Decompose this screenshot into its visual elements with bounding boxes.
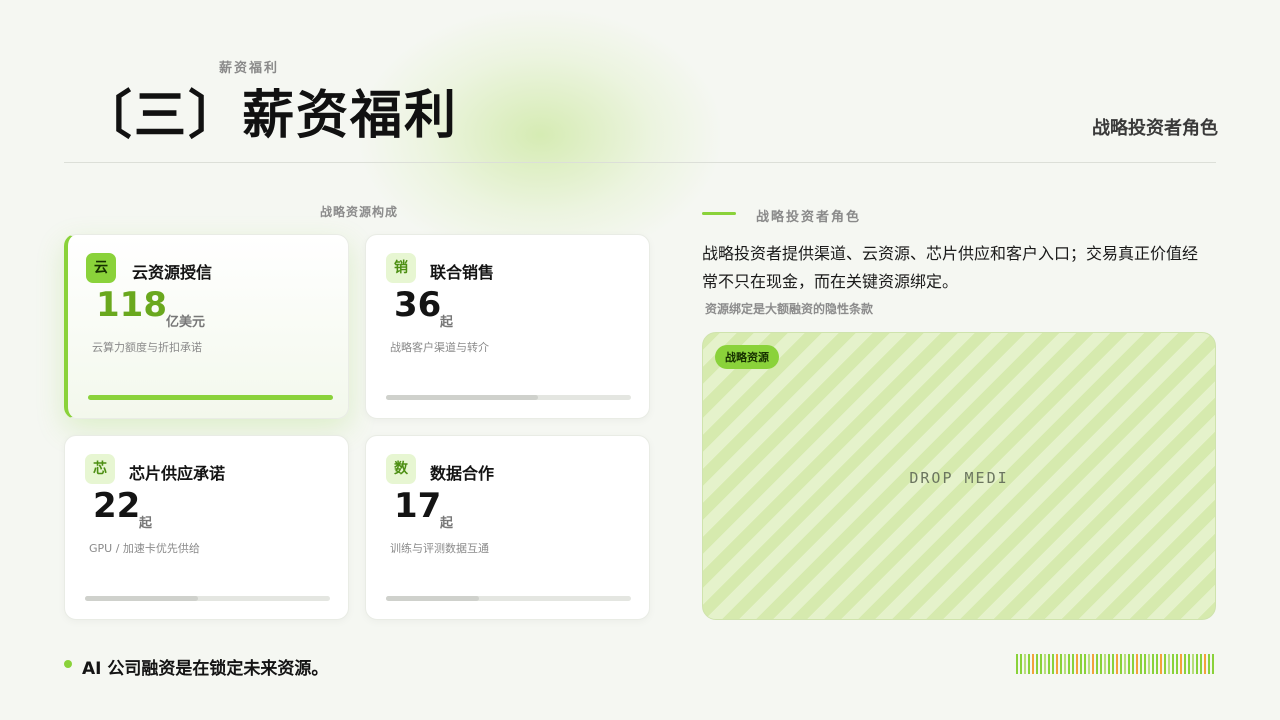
card-title: 云资源授信 xyxy=(132,263,213,282)
card-description: 训练与评测数据互通 xyxy=(390,542,489,555)
barcode-stripe xyxy=(1148,654,1150,674)
data-badge-icon: 数 xyxy=(386,454,416,484)
card-unit: 亿美元 xyxy=(166,315,206,330)
left-heading: 战略资源构成 xyxy=(320,205,399,219)
barcode-stripe xyxy=(1036,654,1038,674)
barcode-stripe xyxy=(1060,654,1062,674)
barcode-stripe xyxy=(1104,654,1106,674)
barcode-stripe xyxy=(1032,654,1034,674)
barcode-stripe xyxy=(1020,654,1022,674)
card-value: 118 xyxy=(96,285,167,325)
barcode-stripe xyxy=(1072,654,1074,674)
progress-fill xyxy=(386,596,480,601)
barcode-stripe xyxy=(1212,654,1214,674)
card-chip-supply[interactable]: 芯 芯片供应承诺 22 起 GPU / 加速卡优先供给 xyxy=(64,435,349,620)
barcode-stripe xyxy=(1136,654,1138,674)
card-unit: 起 xyxy=(440,315,454,330)
barcode-stripe xyxy=(1108,654,1110,674)
card-unit: 起 xyxy=(139,516,153,531)
barcode-stripe xyxy=(1188,654,1190,674)
barcode-stripe xyxy=(1132,654,1134,674)
barcode-stripe xyxy=(1208,654,1210,674)
barcode-stripe xyxy=(1116,654,1118,674)
barcode-stripe xyxy=(1068,654,1070,674)
barcode-stripe xyxy=(1096,654,1098,674)
barcode-stripe xyxy=(1088,654,1090,674)
barcode-stripe xyxy=(1080,654,1082,674)
barcode-stripe xyxy=(1180,654,1182,674)
barcode-stripe xyxy=(1144,654,1146,674)
media-tag: 战略资源 xyxy=(715,345,779,369)
barcode-stripe xyxy=(1196,654,1198,674)
sales-badge-icon: 销 xyxy=(386,253,416,283)
page-title: 〔三〕薪资福利 xyxy=(80,86,459,146)
progress-fill xyxy=(85,596,198,601)
barcode-stripe xyxy=(1112,654,1114,674)
right-note: 资源绑定是大额融资的隐性条款 xyxy=(705,302,874,316)
barcode-stripe xyxy=(1192,654,1194,674)
footer-text: AI 公司融资是在锁定未来资源。 xyxy=(82,659,329,679)
progress-fill xyxy=(88,395,333,400)
barcode-stripe xyxy=(1160,654,1162,674)
barcode-stripe xyxy=(1164,654,1166,674)
barcode-stripe xyxy=(1040,654,1042,674)
media-drop-zone[interactable]: 战略资源 DROP MEDI xyxy=(702,332,1216,620)
card-unit: 起 xyxy=(440,516,454,531)
right-body-text: 战略投资者提供渠道、云资源、芯片供应和客户入口；交易真正价值经常不只在现金，而在… xyxy=(702,244,1199,291)
barcode-stripe xyxy=(1044,654,1046,674)
barcode-stripe xyxy=(1076,654,1078,674)
right-heading: 战略投资者角色 xyxy=(756,210,862,225)
progress-track xyxy=(386,395,631,400)
section-kicker: 薪资福利 xyxy=(219,61,280,76)
progress-track xyxy=(88,395,333,400)
barcode-stripe xyxy=(1140,654,1142,674)
accent-line xyxy=(702,212,736,215)
card-title: 数据合作 xyxy=(430,464,495,483)
footer-bullet-icon xyxy=(64,660,72,668)
barcode-stripe xyxy=(1048,654,1050,674)
card-description: 云算力额度与折扣承诺 xyxy=(92,341,202,354)
barcode-stripe xyxy=(1124,654,1126,674)
media-placeholder-text: DROP MEDI xyxy=(909,469,1009,487)
barcode-stripe xyxy=(1156,654,1158,674)
barcode-stripe xyxy=(1084,654,1086,674)
card-description: GPU / 加速卡优先供给 xyxy=(89,542,200,555)
card-description: 战略客户渠道与转介 xyxy=(390,341,489,354)
barcode-stripe xyxy=(1056,654,1058,674)
card-title: 联合销售 xyxy=(430,263,495,282)
barcode-stripe xyxy=(1152,654,1154,674)
barcode-stripe xyxy=(1100,654,1102,674)
card-data-cooperation[interactable]: 数 数据合作 17 起 训练与评测数据互通 xyxy=(365,435,650,620)
card-value: 17 xyxy=(394,486,442,526)
barcode-stripe xyxy=(1052,654,1054,674)
barcode-stripe xyxy=(1120,654,1122,674)
barcode-stripe xyxy=(1064,654,1066,674)
barcode-stripe xyxy=(1184,654,1186,674)
progress-fill xyxy=(386,395,538,400)
card-title: 芯片供应承诺 xyxy=(129,464,226,483)
barcode-stripe xyxy=(1016,654,1018,674)
card-value: 22 xyxy=(93,486,141,526)
barcode-stripe xyxy=(1024,654,1026,674)
barcode-stripe xyxy=(1172,654,1174,674)
barcode-stripe xyxy=(1168,654,1170,674)
progress-track xyxy=(386,596,631,601)
barcode-stripe xyxy=(1176,654,1178,674)
progress-track xyxy=(85,596,330,601)
barcode-stripe xyxy=(1028,654,1030,674)
card-cloud-credit[interactable]: 云 云资源授信 118 亿美元 云算力额度与折扣承诺 xyxy=(64,234,349,419)
barcode-stripe xyxy=(1200,654,1202,674)
barcode-stripe xyxy=(1092,654,1094,674)
card-joint-sales[interactable]: 销 联合销售 36 起 战略客户渠道与转介 xyxy=(365,234,650,419)
decorative-barcode xyxy=(1016,654,1216,674)
cloud-badge-icon: 云 xyxy=(86,253,116,283)
barcode-stripe xyxy=(1128,654,1130,674)
header-divider xyxy=(64,162,1216,163)
section-subtitle: 战略投资者角色 xyxy=(1092,118,1218,139)
barcode-stripe xyxy=(1204,654,1206,674)
card-value: 36 xyxy=(394,285,442,325)
chip-badge-icon: 芯 xyxy=(85,454,115,484)
